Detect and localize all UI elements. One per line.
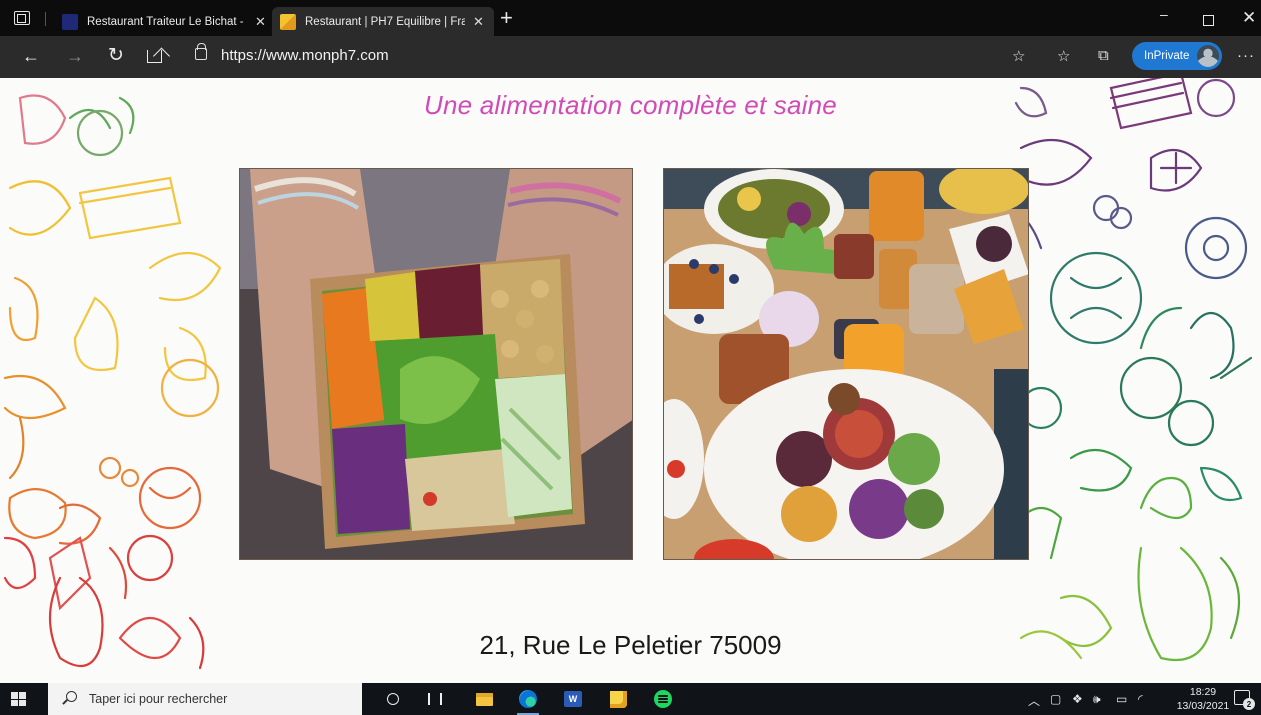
taskbar-search-box[interactable]: Taper ici pour rechercher bbox=[48, 683, 362, 715]
file-explorer-button[interactable] bbox=[467, 683, 501, 715]
forward-arrow-icon[interactable]: → bbox=[66, 46, 84, 66]
volume-icon[interactable]: 🕪 bbox=[1093, 692, 1101, 707]
clock-date: 13/03/2021 bbox=[1176, 700, 1230, 712]
word-icon: W bbox=[564, 691, 582, 707]
meet-now-icon[interactable]: ▢ bbox=[1050, 692, 1061, 706]
spotify-taskbar-button[interactable] bbox=[646, 683, 680, 715]
action-center-button[interactable]: 2 bbox=[1234, 690, 1255, 710]
salad-bowl-photo bbox=[239, 168, 633, 560]
tab-title: Restaurant Traiteur Le Bichat - M bbox=[87, 15, 247, 28]
wifi-icon[interactable]: ◜ bbox=[1138, 692, 1143, 706]
decorative-vegetable-illustration-right bbox=[1009, 78, 1253, 662]
tab-close-icon[interactable]: ✕ bbox=[473, 14, 484, 30]
clock-time: 18:29 bbox=[1189, 686, 1217, 698]
cortana-button[interactable] bbox=[376, 683, 410, 715]
collections-icon[interactable]: ⧉ bbox=[1098, 47, 1109, 64]
battery-icon[interactable]: ▭ bbox=[1116, 692, 1127, 706]
web-page: Une alimentation complète et saine 21, R… bbox=[0, 78, 1261, 683]
tab-title: Restaurant | PH7 Equilibre | Franc bbox=[305, 15, 465, 28]
windows-taskbar: Taper ici pour rechercher W ︿ ▢ ❖ 🕪 ▭ ◜ … bbox=[0, 683, 1261, 715]
tab-separator bbox=[45, 12, 46, 26]
new-tab-button[interactable]: + bbox=[500, 7, 513, 29]
minimize-button[interactable]: – bbox=[1160, 6, 1168, 22]
tab-restaurant-le-bichat[interactable]: Restaurant Traiteur Le Bichat - M ✕ bbox=[54, 7, 272, 36]
sticky-notes-button[interactable] bbox=[601, 683, 635, 715]
tab-favicon-icon bbox=[280, 13, 296, 30]
tab-favicon-icon bbox=[62, 13, 78, 30]
back-arrow-icon[interactable]: ← bbox=[22, 46, 40, 66]
notification-count-badge: 2 bbox=[1243, 698, 1255, 710]
favorites-icon[interactable]: ☆ bbox=[1057, 47, 1070, 65]
home-icon[interactable] bbox=[147, 50, 162, 63]
search-icon bbox=[66, 691, 77, 702]
dropbox-icon[interactable]: ❖ bbox=[1072, 692, 1083, 706]
tab-ph7-equilibre[interactable]: Restaurant | PH7 Equilibre | Franc ✕ bbox=[272, 7, 494, 36]
spotify-icon bbox=[654, 690, 672, 708]
task-view-icon bbox=[428, 693, 442, 705]
page-headline: Une alimentation complète et saine bbox=[424, 90, 837, 120]
add-favorite-icon[interactable]: ☆ bbox=[1012, 47, 1025, 65]
cortana-icon bbox=[387, 693, 399, 705]
restaurant-table-photo bbox=[663, 168, 1029, 560]
tab-close-icon[interactable]: ✕ bbox=[255, 14, 266, 30]
browser-tab-strip: Restaurant Traiteur Le Bichat - M ✕ Rest… bbox=[0, 0, 1261, 36]
word-taskbar-button[interactable]: W bbox=[556, 683, 590, 715]
edge-taskbar-button[interactable] bbox=[511, 683, 545, 715]
address-bar-url[interactable]: https://www.monph7.com bbox=[221, 47, 389, 64]
search-placeholder: Taper ici pour rechercher bbox=[89, 692, 228, 706]
tab-actions-icon[interactable] bbox=[14, 11, 30, 25]
avatar bbox=[1197, 45, 1219, 67]
lock-icon[interactable] bbox=[195, 43, 207, 60]
task-view-button[interactable] bbox=[418, 683, 452, 715]
refresh-icon[interactable]: ↻ bbox=[108, 46, 124, 66]
folder-icon bbox=[475, 692, 493, 706]
sticky-notes-icon bbox=[609, 690, 627, 708]
restaurant-address: 21, Rue Le Peletier 75009 bbox=[479, 630, 782, 660]
inprivate-label: InPrivate bbox=[1144, 50, 1190, 62]
windows-start-button[interactable] bbox=[11, 692, 26, 706]
decorative-vegetable-illustration-left bbox=[3, 94, 222, 670]
show-hidden-icons-chevron-icon[interactable]: ︿ bbox=[1028, 692, 1040, 709]
taskbar-clock[interactable]: 18:29 13/03/2021 bbox=[1172, 685, 1234, 713]
more-options-icon[interactable]: ··· bbox=[1237, 47, 1255, 64]
inprivate-profile-button[interactable]: InPrivate bbox=[1132, 42, 1222, 70]
maximize-button[interactable] bbox=[1203, 15, 1214, 26]
close-window-button[interactable]: ✕ bbox=[1242, 8, 1256, 28]
browser-toolbar: ← → ↻ https://www.monph7.com ☆ ☆ ⧉ InPri… bbox=[0, 36, 1261, 78]
edge-icon bbox=[519, 690, 537, 708]
